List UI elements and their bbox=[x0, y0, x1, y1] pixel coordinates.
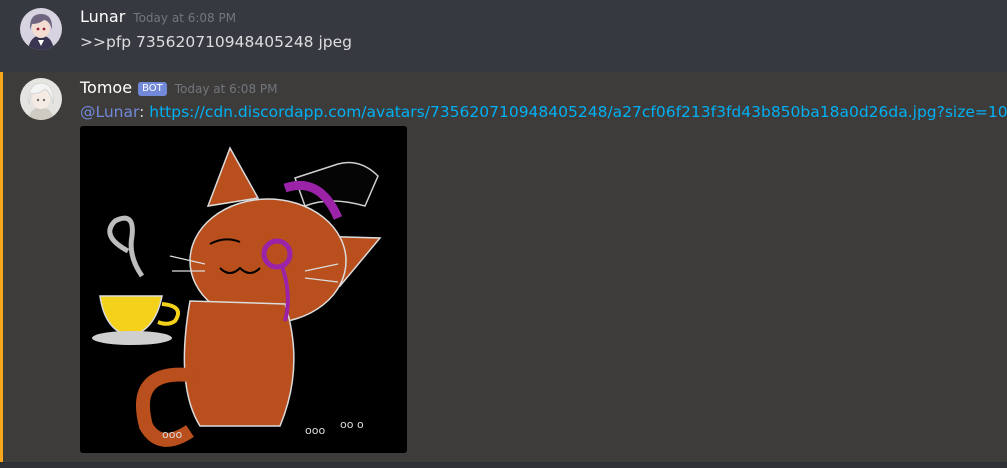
message-header: Lunar Today at 6:08 PM bbox=[80, 7, 236, 26]
user-mention[interactable]: @Lunar bbox=[80, 103, 139, 121]
timestamp: Today at 6:08 PM bbox=[133, 11, 237, 25]
timestamp: Today at 6:08 PM bbox=[174, 82, 278, 96]
svg-text:ooo: ooo bbox=[305, 424, 325, 437]
bot-badge: BOT bbox=[138, 82, 167, 96]
bot-avatar[interactable] bbox=[20, 78, 62, 120]
message-tomoe: Tomoe BOT Today at 6:08 PM @Lunar: https… bbox=[0, 72, 1007, 462]
message-header: Tomoe BOT Today at 6:08 PM bbox=[80, 78, 277, 98]
user-avatar[interactable] bbox=[20, 8, 62, 50]
username[interactable]: Tomoe bbox=[80, 78, 132, 97]
avatar-link[interactable]: https://cdn.discordapp.com/avatars/73562… bbox=[149, 103, 1007, 121]
embed-image[interactable]: ooo ooo oo o bbox=[80, 126, 407, 453]
divider bbox=[0, 462, 1007, 468]
svg-text:ooo: ooo bbox=[162, 428, 182, 441]
message-content: >>pfp 735620710948405248 jpeg bbox=[80, 33, 352, 51]
svg-text:oo o: oo o bbox=[340, 418, 364, 431]
message-lunar: Lunar Today at 6:08 PM >>pfp 73562071094… bbox=[0, 0, 1007, 72]
mention-separator: : bbox=[139, 103, 150, 121]
username[interactable]: Lunar bbox=[80, 7, 125, 26]
message-content: @Lunar: https://cdn.discordapp.com/avata… bbox=[80, 103, 1007, 121]
